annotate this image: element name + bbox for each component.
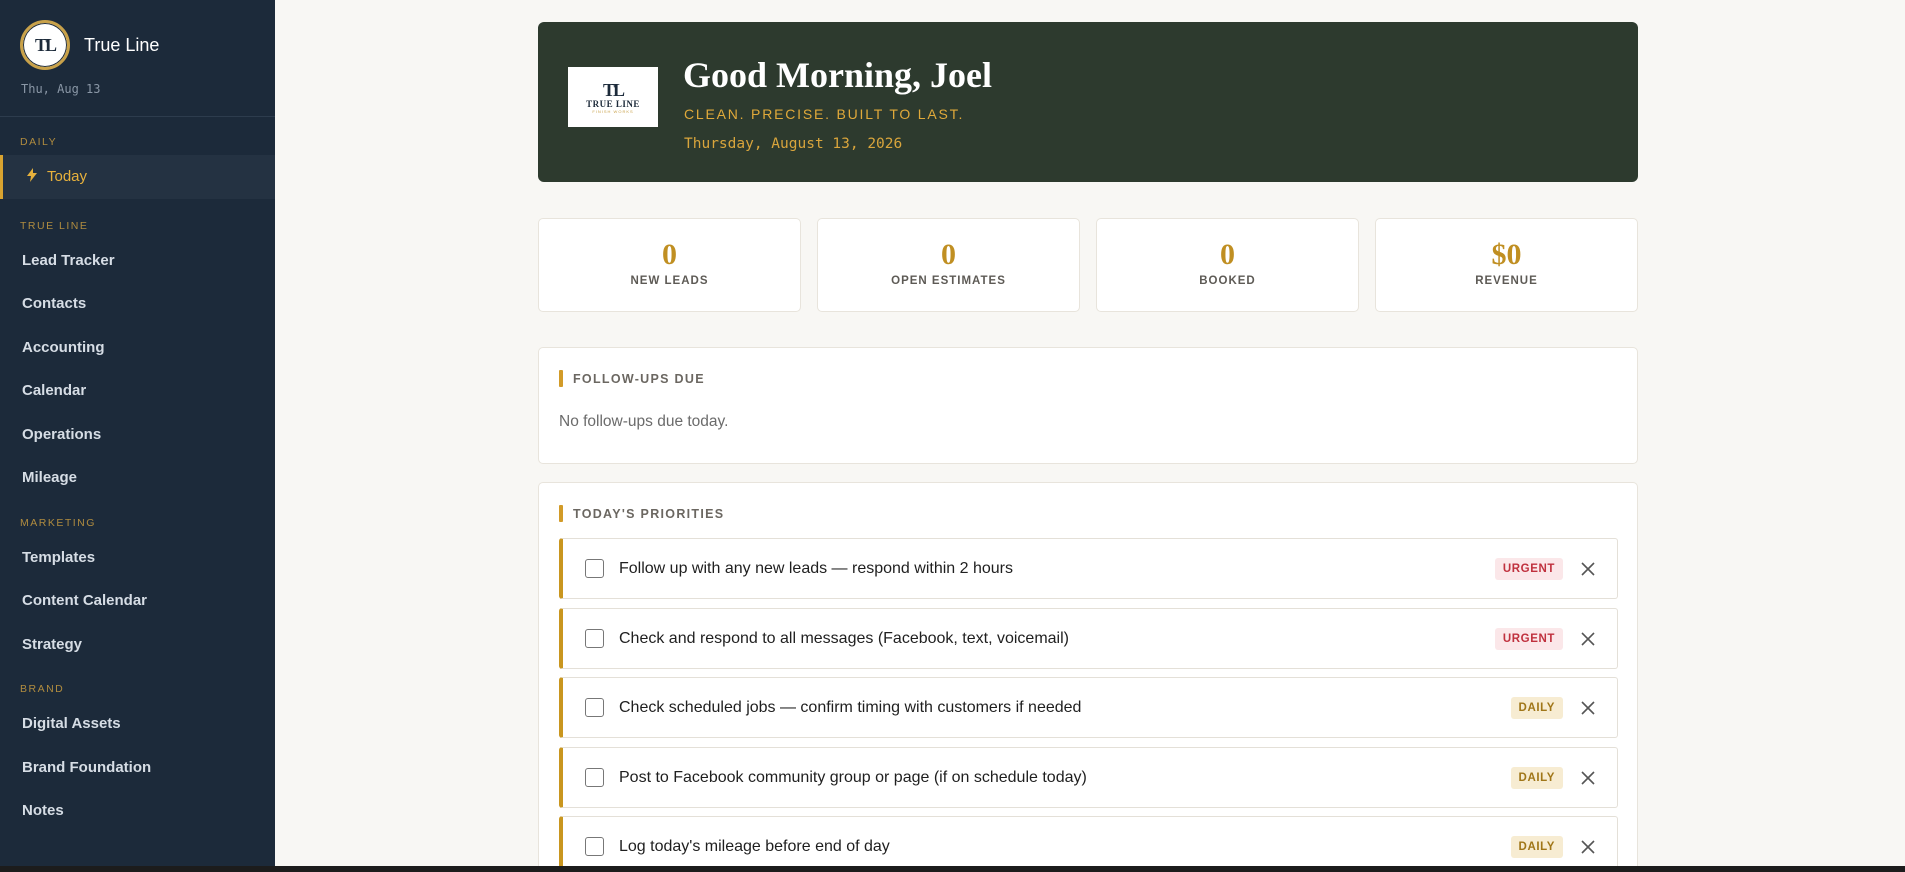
- sidebar-item-calendar[interactable]: Calendar: [0, 369, 275, 413]
- followups-empty-message: No follow-ups due today.: [559, 413, 729, 430]
- priorities-title: TODAY'S PRIORITIES: [573, 506, 725, 521]
- brand-header[interactable]: TL True Line: [0, 0, 275, 70]
- nav-section-marketing: MARKETING: [20, 516, 96, 529]
- task-row: Follow up with any new leads — respond w…: [559, 538, 1618, 599]
- sidebar-item-mileage[interactable]: Mileage: [0, 456, 275, 500]
- priorities-card: TODAY'S PRIORITIES Follow up with any ne…: [538, 482, 1638, 866]
- stat-card-booked[interactable]: 0 BOOKED: [1096, 218, 1359, 312]
- priority-badge: URGENT: [1494, 627, 1563, 650]
- sidebar-item-label: Content Calendar: [22, 592, 148, 610]
- sidebar-item-today[interactable]: Today: [0, 155, 275, 199]
- main-content: TL TRUE LINE FINISH WORKS Good Morning, …: [275, 0, 1905, 866]
- task-row: Log today's mileage before end of day DA…: [559, 816, 1618, 866]
- followups-heading: FOLLOW-UPS DUE: [559, 370, 705, 387]
- close-icon[interactable]: [1578, 698, 1598, 718]
- nav-section-true-line: TRUE LINE: [20, 219, 89, 232]
- greeting-title: Good Morning, Joel: [683, 55, 993, 95]
- sidebar: TL True Line Thu, Aug 13 DAILY Today TRU…: [0, 0, 275, 872]
- stat-label: NEW LEADS: [630, 275, 709, 287]
- sidebar-item-label: Accounting: [22, 338, 105, 356]
- task-checkbox[interactable]: [585, 559, 604, 578]
- task-text: Follow up with any new leads — respond w…: [619, 559, 1013, 577]
- bolt-icon: [27, 168, 37, 185]
- sidebar-item-strategy[interactable]: Strategy: [0, 623, 275, 667]
- followups-title: FOLLOW-UPS DUE: [573, 371, 705, 386]
- stat-value: $0: [1491, 238, 1522, 271]
- task-text: Check and respond to all messages (Faceb…: [619, 629, 1069, 647]
- sidebar-item-accounting[interactable]: Accounting: [0, 326, 275, 370]
- greeting-banner: TL TRUE LINE FINISH WORKS Good Morning, …: [538, 22, 1638, 182]
- stat-card-open-estimates[interactable]: 0 OPEN ESTIMATES: [817, 218, 1080, 312]
- close-icon[interactable]: [1578, 768, 1598, 788]
- hero-logo-monogram: TL: [602, 79, 625, 100]
- brand-name: True Line: [84, 34, 160, 55]
- heading-accent-bar: [559, 505, 563, 522]
- bottom-edge-bar: [0, 866, 1905, 872]
- sidebar-item-label: Contacts: [22, 295, 87, 313]
- heading-accent-bar: [559, 370, 563, 387]
- hero-logo-subtext: FINISH WORKS: [592, 108, 634, 114]
- sidebar-item-templates[interactable]: Templates: [0, 536, 275, 580]
- sidebar-item-brand-foundation[interactable]: Brand Foundation: [0, 746, 275, 790]
- sidebar-item-label: Mileage: [22, 469, 78, 487]
- stat-label: OPEN ESTIMATES: [891, 275, 1006, 287]
- followups-card: FOLLOW-UPS DUE No follow-ups due today.: [538, 347, 1638, 464]
- sidebar-item-label: Calendar: [22, 382, 87, 400]
- brand-logo-monogram: TL: [34, 34, 57, 55]
- sidebar-date: Thu, Aug 13: [21, 82, 101, 96]
- priority-badge: DAILY: [1510, 766, 1563, 789]
- brand-tagline: CLEAN. PRECISE. BUILT TO LAST.: [684, 106, 965, 122]
- priority-badge: DAILY: [1510, 696, 1563, 719]
- sidebar-item-label: Strategy: [22, 635, 83, 653]
- sidebar-item-label: Templates: [22, 548, 96, 566]
- hero-logo: TL TRUE LINE FINISH WORKS: [568, 67, 658, 127]
- stat-label: REVENUE: [1475, 275, 1538, 287]
- sidebar-item-label: Notes: [22, 802, 64, 820]
- stat-label: BOOKED: [1199, 275, 1256, 287]
- task-text: Check scheduled jobs — confirm timing wi…: [619, 698, 1082, 716]
- sidebar-item-digital-assets[interactable]: Digital Assets: [0, 702, 275, 746]
- close-icon[interactable]: [1578, 837, 1598, 857]
- brand-logo: TL: [20, 20, 70, 70]
- task-checkbox[interactable]: [585, 698, 604, 717]
- priorities-heading: TODAY'S PRIORITIES: [559, 505, 724, 522]
- task-row: Post to Facebook community group or page…: [559, 747, 1618, 808]
- task-checkbox[interactable]: [585, 629, 604, 648]
- task-checkbox[interactable]: [585, 768, 604, 787]
- task-text: Post to Facebook community group or page…: [619, 768, 1087, 786]
- close-icon[interactable]: [1578, 629, 1598, 649]
- sidebar-item-lead-tracker[interactable]: Lead Tracker: [0, 239, 275, 283]
- sidebar-item-label: Digital Assets: [22, 715, 121, 733]
- sidebar-item-content-calendar[interactable]: Content Calendar: [0, 579, 275, 623]
- task-row: Check scheduled jobs — confirm timing wi…: [559, 677, 1618, 738]
- task-row: Check and respond to all messages (Faceb…: [559, 608, 1618, 669]
- stat-card-revenue[interactable]: $0 REVENUE: [1375, 218, 1638, 312]
- sidebar-item-label: Lead Tracker: [22, 251, 115, 269]
- priority-badge: DAILY: [1510, 835, 1563, 858]
- sidebar-item-notes[interactable]: Notes: [0, 789, 275, 833]
- sidebar-item-label: Operations: [22, 425, 102, 443]
- priority-badge: URGENT: [1494, 557, 1563, 580]
- sidebar-item-contacts[interactable]: Contacts: [0, 282, 275, 326]
- stat-card-new-leads[interactable]: 0 NEW LEADS: [538, 218, 801, 312]
- close-icon[interactable]: [1578, 559, 1598, 579]
- task-checkbox[interactable]: [585, 837, 604, 856]
- sidebar-item-label: Brand Foundation: [22, 758, 152, 776]
- stat-value: 0: [1220, 238, 1235, 271]
- nav-section-brand: BRAND: [20, 683, 65, 695]
- hero-logo-wordmark: TRUE LINE: [586, 98, 640, 109]
- nav-section-daily: DAILY: [20, 136, 58, 148]
- sidebar-item-operations[interactable]: Operations: [0, 413, 275, 457]
- sidebar-item-label: Today: [47, 168, 88, 186]
- full-date: Thursday, August 13, 2026: [684, 136, 903, 152]
- task-text: Log today's mileage before end of day: [619, 837, 890, 855]
- stat-value: 0: [941, 238, 956, 271]
- stat-value: 0: [662, 238, 677, 271]
